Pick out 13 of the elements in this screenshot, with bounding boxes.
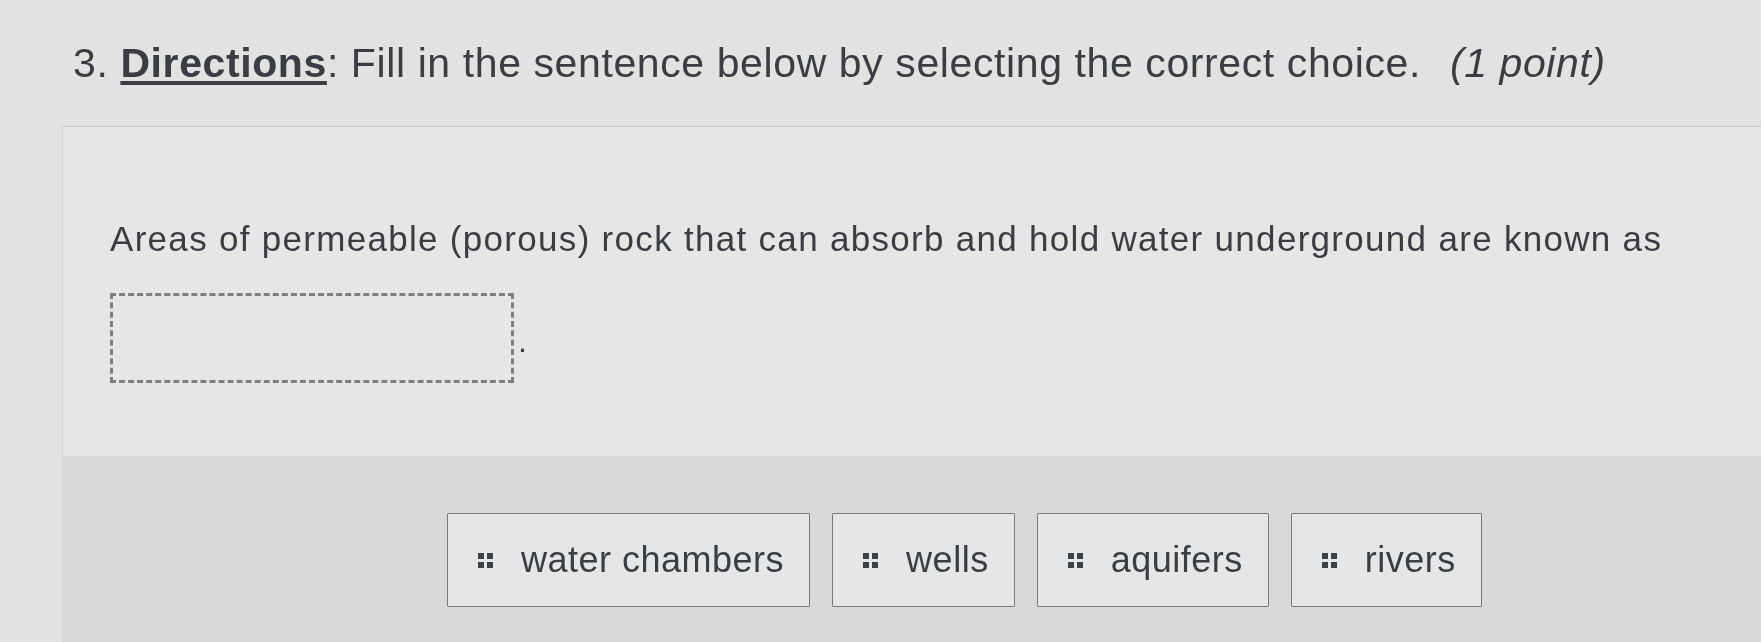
answer-choice-button[interactable]: wells [832,513,1015,607]
question-instruction: 3. Directions: Fill in the sentence below by selecting the correct choice. [73,40,1421,87]
sentence-period: . [518,325,527,357]
answer-drop-box[interactable] [110,293,514,383]
grip-icon [1067,552,1083,568]
answer-choice-button[interactable]: water chambers [447,513,811,607]
prompt-sentence: Areas of permeable (porous) rock that can absorb and hold water underground are known as [110,219,1663,259]
answer-choice-button[interactable]: rivers [1290,513,1482,607]
grip-icon [863,552,879,568]
point-value: (1 point) [1449,40,1606,87]
grip-icon [478,552,493,568]
grip-icon [1321,552,1337,568]
answer-choice-button[interactable]: aquifers [1036,513,1269,607]
